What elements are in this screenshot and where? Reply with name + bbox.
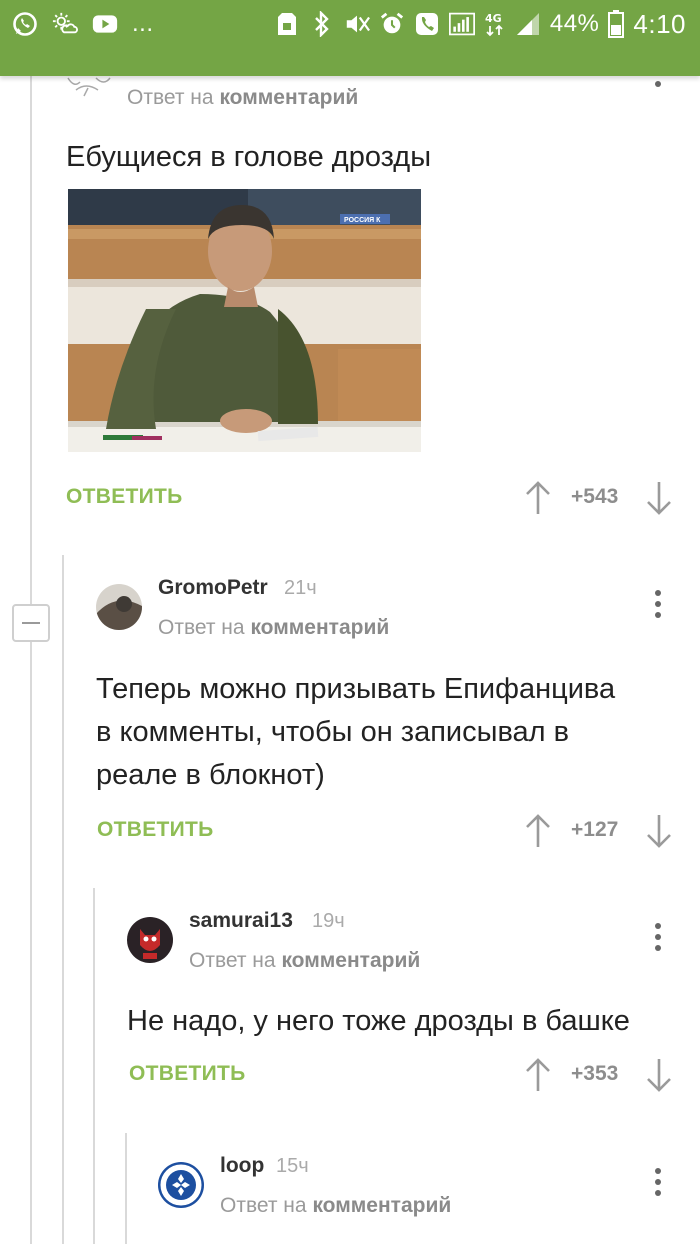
comment-time: 19ч: [312, 910, 345, 932]
comment-text-line: в комменты, чтобы он записывал в: [96, 716, 570, 748]
reply-button[interactable]: ОТВЕТИТЬ: [129, 1062, 246, 1086]
reply-to-link[interactable]: комментарий: [250, 616, 389, 639]
alarm-icon: [379, 11, 405, 37]
weather-icon: [52, 11, 78, 37]
comment-menu-icon[interactable]: [648, 920, 668, 954]
notification-icons: ...: [12, 8, 154, 40]
tv-channel-logo: РОССИЯ К: [344, 217, 381, 224]
bluetooth-icon: [309, 11, 335, 37]
signal-icon-2: [515, 11, 541, 37]
comment-text: Не надо, у него тоже дрозды в башке: [127, 1005, 630, 1037]
thread-line-level-3: [93, 888, 95, 1244]
reply-to-link[interactable]: комментарий: [281, 949, 420, 972]
comment-image[interactable]: РОССИЯ К: [68, 189, 421, 452]
downvote-arrow-icon[interactable]: [646, 1057, 672, 1093]
reply-to-line: Ответ на комментарий: [189, 949, 420, 973]
reply-button[interactable]: ОТВЕТИТЬ: [66, 485, 183, 509]
network-type-icon: 4G: [484, 11, 506, 37]
storage-icon: [274, 11, 300, 37]
phone-icon: [414, 11, 440, 37]
reply-to-label: Ответ на: [127, 86, 214, 109]
reply-to-line: Ответ на комментарий: [220, 1194, 451, 1218]
clock: 4:10: [633, 8, 686, 39]
thread-line-level-2: [62, 555, 64, 1244]
reply-to-label: Ответ на: [189, 949, 276, 972]
downvote-arrow-icon[interactable]: [646, 813, 672, 849]
avatar[interactable]: [158, 1162, 204, 1208]
username[interactable]: GromoPetr: [158, 576, 268, 600]
battery-percent: 44%: [549, 10, 600, 37]
status-bar: ... 4G 44% 4:10: [0, 0, 700, 76]
more-notifications: ...: [132, 10, 154, 37]
comment-rating: +127: [571, 818, 619, 841]
username[interactable]: loop: [220, 1154, 264, 1178]
thread-line-level-4: [125, 1133, 127, 1244]
comment-rating: +543: [571, 485, 619, 508]
avatar[interactable]: [127, 917, 173, 963]
signal-icon-1: [448, 11, 475, 37]
system-icons: 4G 44% 4:10: [274, 8, 686, 40]
downvote-arrow-icon[interactable]: [646, 480, 672, 516]
reply-to-line: Ответ на комментарий: [158, 616, 389, 640]
reply-to-link[interactable]: комментарий: [219, 86, 358, 109]
upvote-arrow-icon[interactable]: [525, 813, 551, 849]
thread-line-level-1: [30, 76, 32, 1244]
reply-to-link[interactable]: комментарий: [312, 1194, 451, 1217]
reply-button[interactable]: ОТВЕТИТЬ: [97, 818, 214, 842]
upvote-arrow-icon[interactable]: [525, 1057, 551, 1093]
battery-icon: [608, 10, 625, 38]
comment-time: 15ч: [276, 1155, 309, 1177]
mute-icon: [344, 11, 370, 37]
reply-to-line: Ответ на комментарий: [127, 86, 358, 110]
collapse-thread-button[interactable]: [12, 604, 50, 642]
whatsapp-icon: [12, 11, 38, 37]
upvote-arrow-icon[interactable]: [525, 480, 551, 516]
comment-text-line: реале в блокнот): [96, 759, 325, 791]
network-type-label: 4G: [485, 12, 502, 25]
username[interactable]: samurai13: [189, 909, 293, 933]
comment-text: Теперь можно призывать Епифанцива в комм…: [96, 668, 686, 797]
reply-to-label: Ответ на: [220, 1194, 307, 1217]
reply-to-label: Ответ на: [158, 616, 245, 639]
comment-time: 21ч: [284, 577, 317, 599]
youtube-icon: [92, 11, 118, 37]
comment-menu-icon[interactable]: [648, 1165, 668, 1199]
comment-text: Ебущиеся в голове дрозды: [66, 141, 432, 173]
comment-text-line: Теперь можно призывать Епифанцива: [96, 673, 616, 705]
comment-rating: +353: [571, 1062, 619, 1085]
avatar[interactable]: [96, 584, 142, 630]
comment-menu-icon[interactable]: [648, 587, 668, 621]
